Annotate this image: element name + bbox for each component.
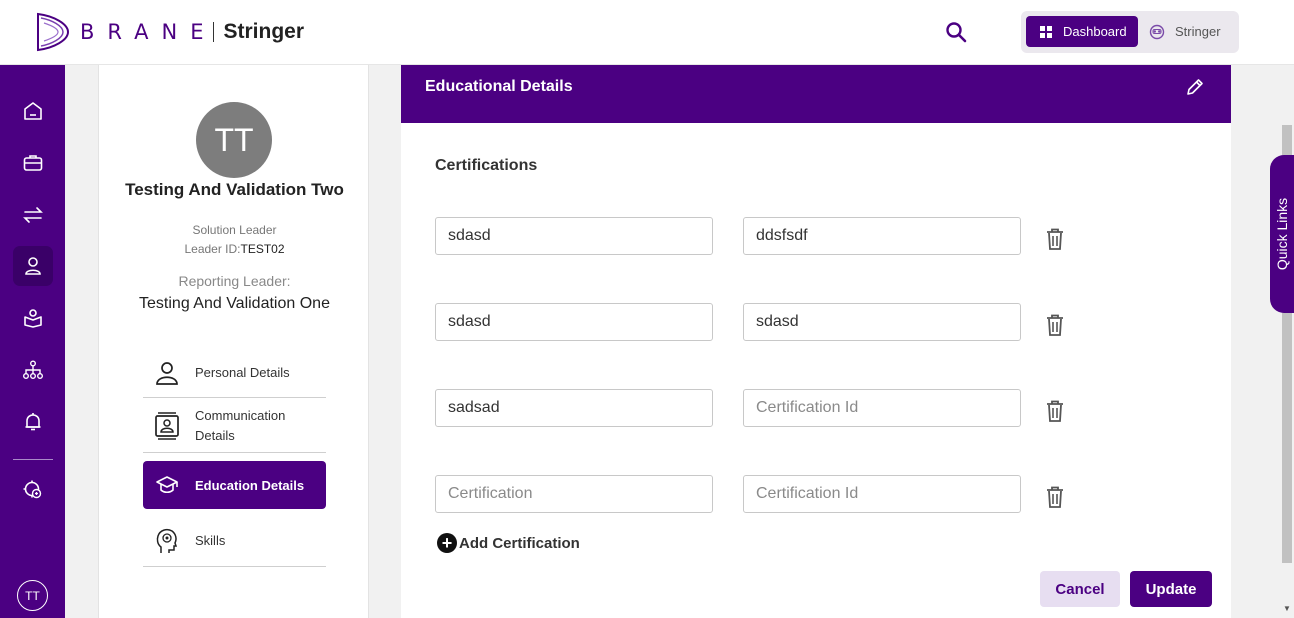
profile-avatar: TT xyxy=(196,102,272,178)
dashboard-label: Dashboard xyxy=(1063,24,1127,39)
graduation-cap-icon xyxy=(152,475,182,495)
contact-card-icon xyxy=(152,411,182,441)
transfer-icon xyxy=(23,207,43,223)
trash-icon[interactable] xyxy=(1045,485,1065,509)
certification-name-input[interactable] xyxy=(435,475,713,513)
nav-organization[interactable] xyxy=(13,350,53,390)
leader-id-value: TEST02 xyxy=(240,242,285,256)
menu-personal-details[interactable]: Personal Details xyxy=(143,348,326,398)
nav-home[interactable] xyxy=(13,91,53,131)
reporting-leader-name: Testing And Validation One xyxy=(139,295,330,312)
certification-id-input[interactable] xyxy=(743,217,1021,255)
dashboard-icon xyxy=(1040,25,1052,38)
add-certification-button[interactable]: + Add Certification xyxy=(437,533,580,553)
nav-learning[interactable] xyxy=(13,298,53,338)
left-sidebar: TT xyxy=(0,65,65,618)
scroll-down-arrow-icon[interactable]: ▼ xyxy=(1282,604,1292,614)
trash-icon[interactable] xyxy=(1045,313,1065,337)
update-button[interactable]: Update xyxy=(1130,571,1212,607)
certification-name-input[interactable] xyxy=(435,303,713,341)
nav-jobs[interactable] xyxy=(13,143,53,183)
top-header: BRANE Stringer Dashboard Stringer xyxy=(0,0,1294,65)
leader-id-label: Leader ID: xyxy=(184,242,241,256)
trash-icon[interactable] xyxy=(1045,399,1065,423)
certification-id-input[interactable] xyxy=(743,389,1021,427)
nav-profile[interactable] xyxy=(13,246,53,286)
dashboard-switch-button[interactable]: Dashboard xyxy=(1026,16,1138,47)
quick-links-label-wrap[interactable]: Quick Links xyxy=(1270,155,1294,313)
certification-id-input[interactable] xyxy=(743,303,1021,341)
card-header: Educational Details xyxy=(401,65,1231,123)
brand-name: BRANE xyxy=(80,20,217,44)
briefcase-icon xyxy=(23,155,43,171)
certification-id-input[interactable] xyxy=(743,475,1021,513)
certifications-heading: Certifications xyxy=(435,157,538,174)
settings-user-icon xyxy=(23,480,42,499)
person-icon xyxy=(152,360,182,386)
menu-label: Personal Details xyxy=(195,365,290,380)
profile-name: Testing And Validation Two xyxy=(125,180,344,199)
brane-logo-icon xyxy=(37,12,70,52)
logo-divider xyxy=(212,22,214,42)
quick-links-label: Quick Links xyxy=(1274,197,1291,271)
profile-panel: TT Testing And Validation Two Solution L… xyxy=(98,65,369,618)
menu-label: Communication Details xyxy=(195,407,286,443)
app-switcher: Dashboard Stringer xyxy=(1021,11,1239,53)
menu-label: Skills xyxy=(195,533,226,548)
org-chart-icon xyxy=(23,360,43,379)
head-idea-icon xyxy=(152,527,182,555)
app-name: Stringer xyxy=(223,20,305,43)
leader-id: Leader ID:TEST02 xyxy=(119,242,350,256)
card-title: Educational Details xyxy=(425,78,573,95)
home-icon xyxy=(24,102,42,120)
brand-logo[interactable]: BRANE Stringer xyxy=(34,10,304,54)
nav-divider xyxy=(13,459,53,460)
nav-account-settings[interactable] xyxy=(13,470,53,510)
menu-education-details[interactable]: Education Details xyxy=(143,461,326,509)
reporting-leader-label: Reporting Leader: xyxy=(178,273,291,289)
trash-icon[interactable] xyxy=(1045,227,1065,251)
education-card: Educational Details Certifications + Add… xyxy=(401,65,1231,618)
user-avatar[interactable]: TT xyxy=(17,580,48,611)
menu-communication-details[interactable]: Communication Details xyxy=(143,399,326,453)
user-icon xyxy=(25,257,41,275)
nav-transfers[interactable] xyxy=(13,195,53,235)
menu-skills[interactable]: Skills xyxy=(143,515,326,567)
nav-notifications[interactable] xyxy=(13,402,53,442)
menu-label: Education Details xyxy=(195,477,305,493)
reader-icon xyxy=(24,309,42,328)
bell-icon xyxy=(25,413,41,431)
plus-circle-icon: + xyxy=(437,533,457,553)
search-icon[interactable] xyxy=(944,20,968,44)
certification-name-input[interactable] xyxy=(435,389,713,427)
stringer-switch-button[interactable]: Stringer xyxy=(1149,16,1221,47)
cancel-button[interactable]: Cancel xyxy=(1040,571,1120,607)
add-certification-label: Add Certification xyxy=(459,534,580,552)
robot-face-icon xyxy=(1149,24,1165,39)
pencil-icon[interactable] xyxy=(1185,77,1205,97)
profile-role: Solution Leader xyxy=(192,223,277,237)
stringer-label: Stringer xyxy=(1175,24,1221,39)
certification-name-input[interactable] xyxy=(435,217,713,255)
